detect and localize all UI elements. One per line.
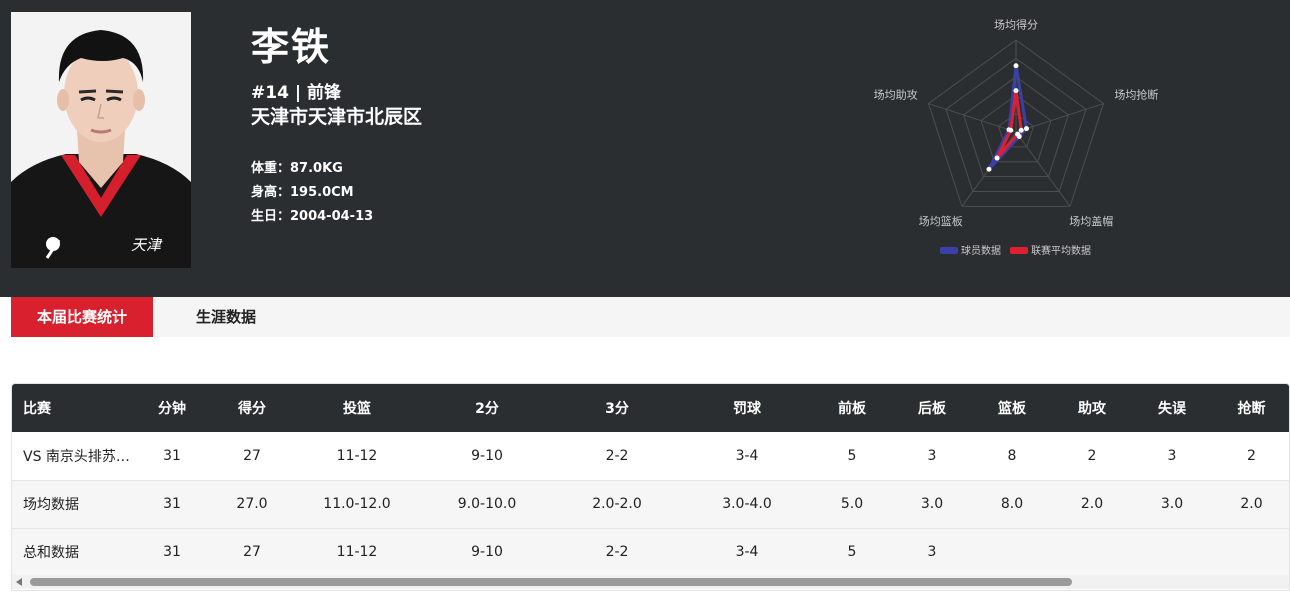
cell-game: 场均数据	[23, 497, 79, 513]
cell	[1132, 528, 1212, 576]
radar-axis-label: 场均盖帽	[1069, 214, 1113, 228]
player-birthday: 生日：2004-04-13	[251, 209, 374, 224]
cell: 31	[163, 544, 181, 560]
cell: 2	[1247, 447, 1256, 464]
cell: 31	[163, 496, 181, 512]
scrollbar-thumb[interactable]	[30, 578, 1072, 586]
cell: 5.0	[840, 496, 864, 512]
cell	[1052, 528, 1132, 576]
radar-axis-label: 场均助攻	[874, 88, 918, 102]
legend-swatch-league	[1010, 247, 1028, 254]
radar-axis-line	[1015, 131, 1071, 207]
cell: 3.0-4.0	[722, 496, 772, 512]
horizontal-scrollbar[interactable]	[12, 575, 1289, 589]
cell: 3	[927, 447, 937, 464]
jersey-text: 天津	[131, 236, 163, 254]
radar-axis-label: 场均篮板	[919, 214, 963, 228]
cell-game: 总和数据	[23, 545, 79, 561]
player-number-position: #14 | 前锋	[251, 83, 341, 103]
cell: 8.0	[1000, 496, 1024, 512]
cell: 27.0	[236, 496, 268, 512]
col-header-dreb: 后板	[918, 401, 946, 417]
radar-series-league-point	[1013, 88, 1019, 94]
radar-series-player-point	[1023, 126, 1029, 132]
radar-series-player-point	[1013, 63, 1019, 69]
cell: 3	[1167, 447, 1177, 464]
col-header-tov: 失误	[1158, 401, 1186, 417]
legend-swatch-player	[940, 247, 958, 254]
tab-season-stats[interactable]: 本届比赛统计	[11, 297, 153, 337]
col-header-reb: 篮板	[998, 401, 1026, 417]
col-header-oreb: 前板	[838, 401, 866, 417]
cell: 31	[163, 447, 181, 464]
cell: 3.0	[920, 496, 944, 512]
cell: 5	[847, 447, 857, 464]
cell	[972, 528, 1052, 576]
radar-axis-line	[1015, 103, 1104, 133]
table-header-row: 比赛 分钟 得分 投篮 2分 3分 罚球 前板 后板 篮板 助攻 失误 抢断	[12, 384, 1289, 432]
cell: 5	[847, 544, 857, 560]
cell: 9-10	[471, 544, 503, 560]
cell: 9-10	[471, 447, 503, 464]
cell: 11.0-12.0	[323, 496, 391, 512]
radar-axis-label: 场均抢断	[1114, 88, 1158, 102]
radar-chart: 场均得分场均抢断场均盖帽 场均篮板 场均助攻球员数据 联赛平均数据	[874, 17, 1159, 257]
table-row: VS 南京头排苏… 31 27 11-12 9-10 2-2 3-4 5 3 8…	[12, 432, 1289, 480]
cell: 3-4	[735, 447, 759, 464]
cell: 2.0-2.0	[592, 496, 642, 512]
cell: 2-2	[605, 447, 629, 464]
player-name: 李铁	[251, 25, 332, 69]
stats-tabs: 本届比赛统计 生涯数据	[11, 297, 1290, 337]
radar-series-player-point	[986, 166, 992, 172]
cell: 2.0	[1080, 496, 1104, 512]
col-header-stl: 抢断	[1237, 401, 1266, 417]
cell: 2-2	[605, 544, 629, 560]
scroll-left-arrow-icon[interactable]	[16, 578, 22, 586]
col-header-points: 得分	[238, 401, 266, 417]
player-header: 天津 李铁 #14 | 前锋 天津市天津市北辰区 体重：87.0KG 身高：19…	[0, 0, 1290, 297]
player-photo: 天津	[11, 12, 191, 268]
cell: 3.0	[1160, 496, 1184, 512]
radar-series-league-point	[1018, 127, 1024, 133]
legend-label-player: 球员数据	[961, 244, 1001, 257]
cell: 27	[243, 447, 261, 464]
cell: 11-12	[336, 544, 378, 560]
cell: 2	[1087, 447, 1097, 464]
cell: 3-4	[735, 544, 759, 560]
cell: 8	[1007, 447, 1017, 464]
cell-game[interactable]: VS 南京头排苏…	[12, 432, 132, 480]
radar-series-league-point	[1015, 131, 1021, 137]
player-weight: 体重：87.0KG	[251, 161, 343, 176]
player-hometown: 天津市天津市北辰区	[251, 106, 423, 128]
tab-career-stats[interactable]: 生涯数据	[171, 297, 281, 337]
cell: 27	[243, 544, 261, 560]
col-header-fg: 投篮	[343, 401, 371, 417]
radar-series-league-point	[1008, 127, 1014, 133]
cell: 9.0-10.0	[457, 496, 517, 512]
cell: 11-12	[336, 447, 378, 464]
col-header-2pt: 2分	[475, 401, 499, 417]
col-header-ft: 罚球	[733, 401, 761, 417]
cell	[1212, 528, 1289, 576]
cell: 2.0	[1240, 496, 1263, 512]
col-header-game: 比赛	[23, 401, 51, 417]
cell: 3	[927, 544, 937, 560]
radar-axis-label: 场均得分	[994, 17, 1038, 31]
table-row: 总和数据 31 27 11-12 9-10 2-2 3-4 5 3	[12, 528, 1289, 576]
stats-table: 比赛 分钟 得分 投篮 2分 3分 罚球 前板 后板 篮板 助攻 失误 抢断 V…	[11, 383, 1290, 591]
legend-label-league: 联赛平均数据	[1031, 244, 1091, 257]
player-height: 身高：195.0CM	[251, 185, 354, 200]
radar-series-league-point	[994, 155, 1000, 161]
radar-axis-line	[928, 103, 1017, 133]
table-row: 场均数据 31 27.0 11.0-12.0 9.0-10.0 2.0-2.0 …	[12, 480, 1289, 528]
col-header-3pt: 3分	[605, 401, 629, 417]
col-header-ast: 助攻	[1078, 401, 1106, 417]
col-header-minutes: 分钟	[158, 401, 186, 417]
